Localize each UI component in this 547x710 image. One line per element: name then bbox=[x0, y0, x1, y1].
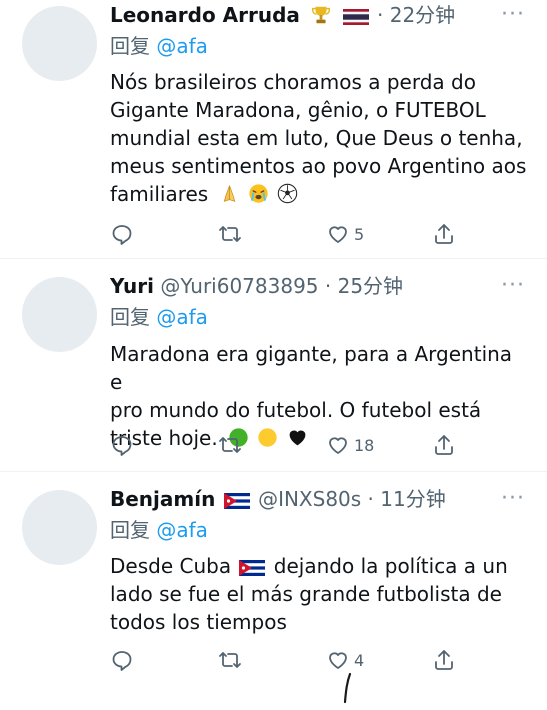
text-line: Maradona era gigante, para a Argentina e bbox=[110, 342, 513, 394]
retweet-button[interactable] bbox=[218, 220, 242, 248]
tweet-text: Desde Cuba dejando la política a un lado… bbox=[110, 552, 530, 636]
mention-link[interactable]: @afa bbox=[156, 518, 208, 542]
timestamp[interactable]: 11分钟 bbox=[380, 487, 445, 511]
trophy-icon bbox=[312, 6, 331, 24]
reply-prefix: 回复 bbox=[110, 305, 150, 329]
share-icon bbox=[435, 224, 453, 244]
text-line: pro mundo do futebol. O futebol está bbox=[110, 398, 482, 422]
avatar[interactable] bbox=[22, 6, 97, 81]
like-count: 18 bbox=[354, 435, 375, 455]
timestamp[interactable]: 22分钟 bbox=[390, 3, 455, 27]
separator-dot: · bbox=[367, 487, 374, 511]
tweet-actions: 18 bbox=[110, 431, 470, 459]
cuba-flag-icon bbox=[223, 493, 250, 509]
tweet-actions: 4 bbox=[110, 646, 470, 674]
reply-context: 回复 @afa bbox=[110, 516, 208, 544]
display-name[interactable]: Yuri bbox=[110, 274, 154, 298]
text-line: mundial esta em luto, Que Deus o tenha, bbox=[110, 126, 523, 150]
cuba-flag-icon bbox=[239, 560, 266, 576]
share-icon bbox=[435, 650, 453, 670]
more-options-button[interactable]: ··· bbox=[501, 271, 525, 301]
like-button[interactable]: 5 bbox=[326, 220, 364, 248]
reply-context: 回复 @afa bbox=[110, 32, 208, 60]
mention-link[interactable]: @afa bbox=[156, 305, 208, 329]
timestamp[interactable]: 25分钟 bbox=[338, 274, 403, 298]
thailand-flag-icon bbox=[342, 9, 369, 25]
reply-button[interactable] bbox=[110, 431, 134, 459]
text-segment: Desde Cuba bbox=[110, 554, 232, 578]
reply-icon bbox=[112, 651, 132, 671]
reply-tweet-1[interactable]: Leonardo Arruda · 22分钟 ··· 回复 @afa Nós b… bbox=[0, 0, 547, 258]
text-line: Nós brasileiros choramos a perda do bbox=[110, 70, 476, 94]
tweet-header: Benjamín @INXS80s · 11分钟 bbox=[110, 484, 517, 514]
text-line: Gigante Maradona, gênio, o FUTEBOL bbox=[110, 98, 486, 122]
share-button[interactable] bbox=[432, 431, 456, 459]
soccer-ball-icon bbox=[278, 183, 298, 204]
text-line-end: familiares bbox=[110, 182, 209, 206]
share-button[interactable] bbox=[432, 220, 456, 248]
mention-link[interactable]: @afa bbox=[156, 34, 208, 58]
display-name[interactable]: Leonardo Arruda bbox=[110, 3, 300, 27]
more-options-button[interactable]: ··· bbox=[501, 0, 525, 30]
more-options-button[interactable]: ··· bbox=[501, 484, 525, 514]
text-line: familiares bbox=[110, 180, 530, 208]
crying-face-icon bbox=[249, 184, 268, 203]
text-line: lado se fue el más grande futbolista de bbox=[110, 582, 502, 606]
retweet-icon bbox=[219, 226, 241, 242]
reply-button[interactable] bbox=[110, 220, 134, 248]
heart-icon bbox=[329, 437, 347, 454]
reply-icon bbox=[112, 225, 132, 245]
like-count: 4 bbox=[354, 650, 365, 670]
tweet-text: Nós brasileiros choramos a perda do Giga… bbox=[110, 68, 530, 208]
tweet-header: Leonardo Arruda · 22分钟 bbox=[110, 0, 517, 30]
text-line: meus sentimentos ao povo Argentino aos bbox=[110, 154, 527, 178]
separator-dot: · bbox=[377, 3, 384, 27]
avatar[interactable] bbox=[22, 490, 97, 565]
user-handle[interactable]: @Yuri60783895 bbox=[160, 274, 318, 298]
separator-dot: · bbox=[324, 274, 332, 298]
reply-icon bbox=[112, 436, 132, 456]
retweet-button[interactable] bbox=[218, 646, 242, 674]
reply-tweet-2[interactable]: Yuri @Yuri60783895 · 25分钟 ··· 回复 @afa Ma… bbox=[0, 259, 547, 471]
share-button[interactable] bbox=[432, 646, 456, 674]
reply-button[interactable] bbox=[110, 646, 134, 674]
like-count: 5 bbox=[354, 224, 365, 244]
tweet-actions: 5 bbox=[110, 220, 470, 248]
share-icon bbox=[435, 435, 453, 455]
text-line: todos los tiempos bbox=[110, 610, 287, 634]
heart-icon bbox=[329, 652, 347, 669]
text-segment: dejando la política a un bbox=[273, 554, 508, 578]
retweet-icon bbox=[219, 652, 241, 668]
reply-prefix: 回复 bbox=[110, 34, 150, 58]
reply-prefix: 回复 bbox=[110, 518, 150, 542]
heart-icon bbox=[329, 226, 347, 243]
user-handle[interactable]: @INXS80s bbox=[258, 487, 361, 511]
folded-hands-icon bbox=[223, 185, 235, 202]
retweet-button[interactable] bbox=[218, 431, 242, 459]
text-line: Desde Cuba dejando la política a un bbox=[110, 552, 530, 580]
pen-mark-stroke bbox=[343, 672, 352, 704]
like-button[interactable]: 18 bbox=[326, 431, 374, 459]
display-name[interactable]: Benjamín bbox=[110, 487, 215, 511]
reply-tweet-3[interactable]: Benjamín @INXS80s · 11分钟 ··· 回复 @afa Des… bbox=[0, 472, 547, 704]
reply-context: 回复 @afa bbox=[110, 303, 208, 331]
avatar[interactable] bbox=[22, 277, 97, 352]
tweet-header: Yuri @Yuri60783895 · 25分钟 bbox=[110, 271, 517, 301]
retweet-icon bbox=[219, 437, 241, 453]
